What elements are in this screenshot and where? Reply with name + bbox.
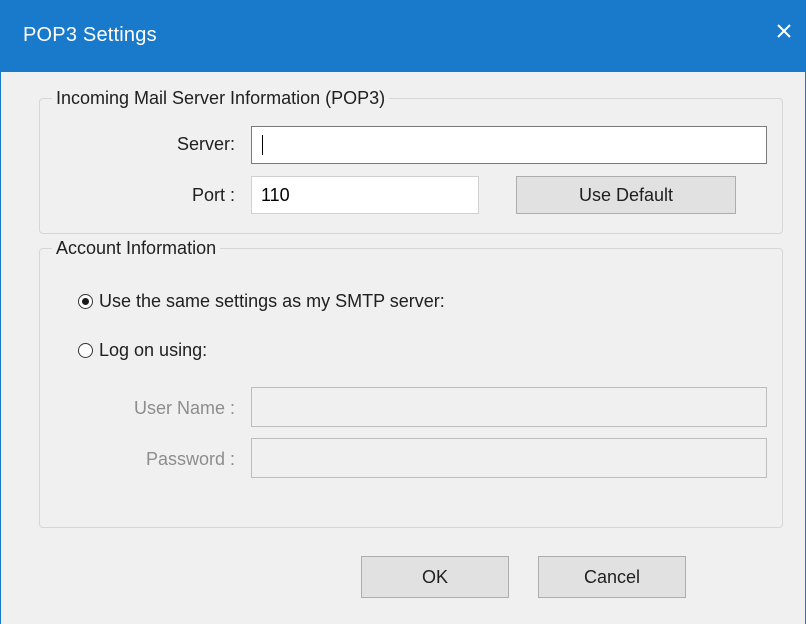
cancel-button[interactable]: Cancel [538,556,686,598]
radio-same-settings-label: Use the same settings as my SMTP server: [99,291,445,311]
password-label: Password : [145,449,235,469]
pop3-settings-dialog: POP3 Settings Incoming Mail Server Infor… [0,0,806,624]
account-info-legend: Account Information [56,238,217,258]
use-default-button[interactable]: Use Default [516,176,736,214]
radio-same-settings[interactable]: Use the same settings as my SMTP server: [78,291,445,312]
cancel-label: Cancel [583,566,641,587]
close-icon [777,24,791,38]
text-caret [262,135,263,155]
radio-unchecked-icon [78,343,93,358]
use-default-label: Use Default [578,184,674,205]
incoming-server-legend: Incoming Mail Server Information (POP3) [56,88,386,108]
account-info-group: Account Information [39,238,783,528]
port-label: Port : [191,185,235,205]
server-label: Server: [176,134,235,154]
close-button[interactable] [761,0,806,72]
ok-button[interactable]: OK [361,556,509,598]
port-input[interactable]: 110 [251,176,479,214]
dialog-title: POP3 Settings [23,24,157,46]
title-bar: POP3 Settings [1,0,806,72]
radio-checked-icon [78,294,93,309]
ok-label: OK [421,566,448,587]
port-value: 110 [261,184,290,205]
username-label: User Name : [133,398,235,418]
server-input[interactable] [251,126,767,164]
radio-log-on-using-label: Log on using: [99,340,208,360]
radio-log-on-using[interactable]: Log on using: [78,340,207,361]
password-input[interactable] [251,438,767,478]
username-input[interactable] [251,387,767,427]
